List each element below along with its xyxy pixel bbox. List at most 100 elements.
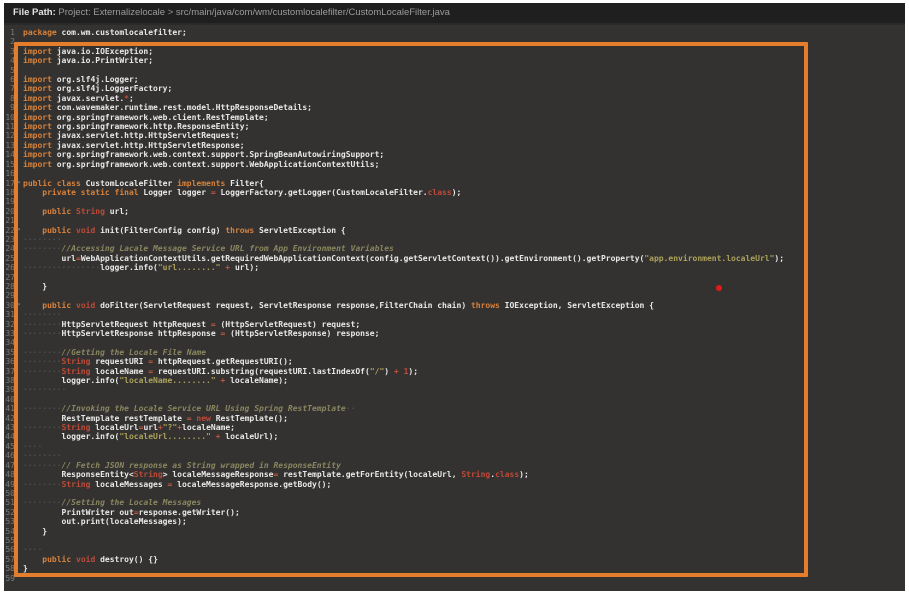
- code-token: String: [62, 367, 91, 376]
- code-line[interactable]: 57 public void destroy() {}: [4, 555, 905, 564]
- code-text: import org.slf4j.LoggerFactory;: [23, 84, 905, 93]
- code-text: import java.io.PrintWriter;: [23, 56, 905, 65]
- code-line[interactable]: 44 logger.info("localeUrl........" + loc…: [4, 432, 905, 441]
- code-token: "localeName........": [119, 376, 215, 385]
- fold-marker-icon[interactable]: ▾: [15, 301, 23, 310]
- code-line[interactable]: 15import org.springframework.web.context…: [4, 160, 905, 169]
- code-line[interactable]: 8import javax.servlet.*;: [4, 94, 905, 103]
- code-line[interactable]: 25 url=WebApplicationContextUtils.getReq…: [4, 254, 905, 263]
- code-line[interactable]: 55: [4, 536, 905, 545]
- code-token: import: [23, 56, 52, 65]
- code-text: public class CustomLocaleFilter implemen…: [23, 179, 905, 188]
- code-line[interactable]: 9import com.wavemaker.runtime.rest.model…: [4, 103, 905, 112]
- code-line[interactable]: 30▾ public void doFilter(ServletRequest …: [4, 301, 905, 310]
- fold-gutter-spacer: [15, 385, 23, 394]
- code-line[interactable]: 38 logger.info("localeName........" + lo…: [4, 376, 905, 385]
- code-line[interactable]: 34: [4, 338, 905, 347]
- code-token: localeMessages: [90, 480, 167, 489]
- code-line[interactable]: 53 out.print(localeMessages);: [4, 517, 905, 526]
- code-line[interactable]: 33········HttpServletResponse httpRespon…: [4, 329, 905, 338]
- code-line[interactable]: 22▾ public void init(FilterConfig config…: [4, 226, 905, 235]
- code-token: [23, 188, 42, 197]
- code-line[interactable]: 56····: [4, 545, 905, 554]
- code-line[interactable]: 37········String localeName = requestURI…: [4, 367, 905, 376]
- line-number: 13: [4, 141, 15, 150]
- whitespace-dots: ········: [23, 451, 62, 460]
- code-line[interactable]: 58}: [4, 564, 905, 573]
- fold-gutter-spacer: [15, 66, 23, 75]
- code-line[interactable]: 52 PrintWriter out=response.getWriter();: [4, 508, 905, 517]
- code-line[interactable]: 35········//Getting the Locale File Name: [4, 348, 905, 357]
- code-line[interactable]: 47········// Fetch JSON response as Stri…: [4, 461, 905, 470]
- code-text: logger.info("localeName........" + local…: [23, 376, 905, 385]
- code-token: logger.info(: [23, 432, 119, 441]
- code-token: HttpServletResponse httpResponse: [62, 329, 221, 338]
- code-text: [23, 291, 905, 300]
- whitespace-dots: ········: [23, 320, 62, 329]
- line-number: 40: [4, 395, 15, 404]
- code-line[interactable]: 12import javax.servlet.http.HttpServletR…: [4, 131, 905, 140]
- code-line[interactable]: 45····: [4, 442, 905, 451]
- code-token: String: [62, 423, 91, 432]
- code-token: // Fetch JSON response as String wrapped…: [62, 461, 341, 470]
- line-number: 33: [4, 329, 15, 338]
- fold-marker-icon[interactable]: ▾: [15, 179, 23, 188]
- code-line[interactable]: 50: [4, 489, 905, 498]
- code-line[interactable]: 4import java.io.PrintWriter;: [4, 56, 905, 65]
- code-line[interactable]: 40: [4, 395, 905, 404]
- code-line[interactable]: 51········//Setting the Locale Messages: [4, 498, 905, 507]
- code-line[interactable]: 17▾public class CustomLocaleFilter imple…: [4, 179, 905, 188]
- code-line[interactable]: 10import org.springframework.web.client.…: [4, 113, 905, 122]
- code-token: );: [408, 367, 418, 376]
- code-line[interactable]: 3import java.io.IOException;: [4, 47, 905, 56]
- code-line[interactable]: 36········String requestURI = httpReques…: [4, 357, 905, 366]
- code-line[interactable]: 19: [4, 197, 905, 206]
- code-text: import com.wavemaker.runtime.rest.model.…: [23, 103, 905, 112]
- code-line[interactable]: 20 public String url;: [4, 207, 905, 216]
- code-line[interactable]: 13import javax.servlet.http.HttpServletR…: [4, 141, 905, 150]
- code-line[interactable]: 46········: [4, 451, 905, 460]
- code-line[interactable]: 32········HttpServletRequest httpRequest…: [4, 320, 905, 329]
- code-token: httpRequest.getRequestURI();: [153, 357, 293, 366]
- code-line[interactable]: 48 ResponseEntity<String> localeMessageR…: [4, 470, 905, 479]
- code-line[interactable]: 42 RestTemplate restTemplate = new RestT…: [4, 414, 905, 423]
- code-line[interactable]: 29: [4, 291, 905, 300]
- fold-gutter-spacer: [15, 320, 23, 329]
- whitespace-dots: ········: [23, 367, 62, 376]
- whitespace-dots: ·········: [23, 385, 66, 394]
- fold-marker-icon[interactable]: ▾: [15, 226, 23, 235]
- code-editor[interactable]: 1package com.wm.customlocalefilter;23imp…: [4, 25, 905, 591]
- code-line[interactable]: 24········//Accessing Lacale Message Ser…: [4, 244, 905, 253]
- code-line[interactable]: 16: [4, 169, 905, 178]
- code-token: org.springframework.web.context.support.…: [52, 150, 384, 159]
- code-text: import org.springframework.web.context.s…: [23, 150, 905, 159]
- code-line[interactable]: 18 private static final Logger logger = …: [4, 188, 905, 197]
- line-number: 21: [4, 216, 15, 225]
- code-token: String: [62, 357, 91, 366]
- code-line[interactable]: 26················logger.info("url......…: [4, 263, 905, 272]
- fold-gutter-spacer: [15, 451, 23, 460]
- code-line[interactable]: 23········: [4, 235, 905, 244]
- code-line[interactable]: 49········String localeMessages = locale…: [4, 480, 905, 489]
- code-text: import org.springframework.web.context.s…: [23, 160, 905, 169]
- fold-gutter-spacer: [15, 470, 23, 479]
- code-token: package: [23, 28, 57, 37]
- code-line[interactable]: 1package com.wm.customlocalefilter;: [4, 28, 905, 37]
- code-token: import: [23, 150, 52, 159]
- code-line[interactable]: 59: [4, 574, 905, 583]
- code-line[interactable]: 28 }: [4, 282, 905, 291]
- code-line[interactable]: 54 }: [4, 527, 905, 536]
- code-line[interactable]: 21: [4, 216, 905, 225]
- code-line[interactable]: 14import org.springframework.web.context…: [4, 150, 905, 159]
- code-token: response.getWriter();: [139, 508, 240, 517]
- code-line[interactable]: 31········: [4, 310, 905, 319]
- code-token: import: [23, 160, 52, 169]
- code-line[interactable]: 7 import org.slf4j.LoggerFactory;: [4, 84, 905, 93]
- code-line[interactable]: 39·········: [4, 385, 905, 394]
- code-line[interactable]: 5: [4, 66, 905, 75]
- code-token: javax.servlet.: [52, 94, 124, 103]
- line-number: 7: [4, 84, 15, 93]
- code-line[interactable]: 41········//Invoking the Locale Service …: [4, 404, 905, 413]
- code-line[interactable]: 27: [4, 273, 905, 282]
- code-line[interactable]: 2: [4, 37, 905, 46]
